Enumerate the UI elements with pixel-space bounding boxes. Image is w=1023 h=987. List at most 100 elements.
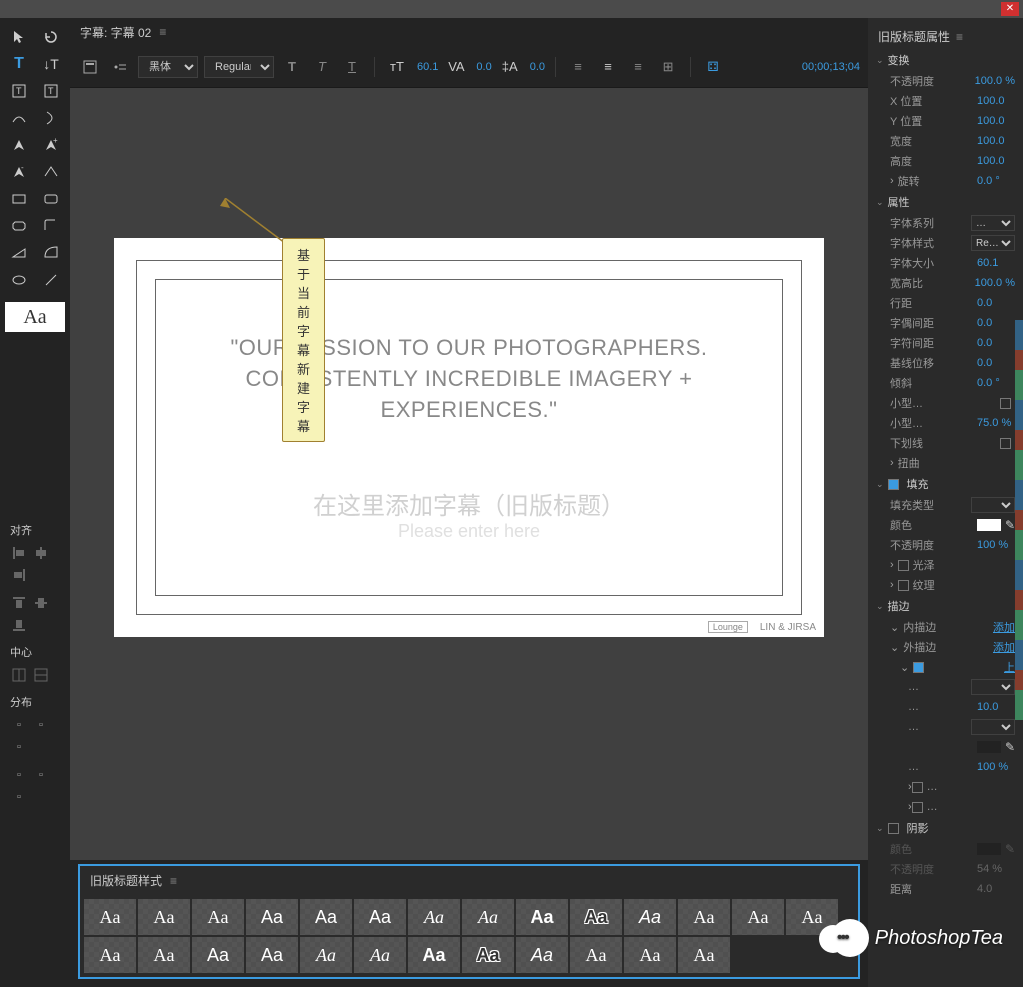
fill-color-swatch[interactable] [977, 519, 1001, 531]
outer-stroke-checkbox[interactable] [913, 662, 924, 673]
placeholder-en[interactable]: Please enter here [398, 521, 540, 542]
dist-v1[interactable]: ▫ [10, 766, 28, 784]
styles-menu-icon[interactable]: ≡ [170, 874, 177, 888]
align-left[interactable] [10, 544, 28, 562]
text-sample-swatch[interactable]: Aa [5, 302, 65, 332]
style-swatch[interactable]: Aa [138, 937, 190, 973]
stroke-color-swatch[interactable] [977, 741, 1001, 753]
line-tool[interactable] [37, 269, 65, 291]
ypos-value[interactable]: 100.0 [977, 115, 1015, 127]
wedge-tool[interactable] [5, 242, 33, 264]
style-swatch[interactable]: Aa [408, 899, 460, 935]
style-swatch[interactable]: Aa [192, 937, 244, 973]
style-swatch[interactable]: Aa [408, 937, 460, 973]
align-top[interactable] [10, 594, 28, 612]
center-h[interactable] [10, 666, 28, 684]
fillop-value[interactable]: 100 % [977, 539, 1015, 551]
align-hcenter[interactable] [32, 544, 50, 562]
stroke-fill-dropdown[interactable] [971, 719, 1015, 735]
delete-anchor-tool[interactable]: - [5, 161, 33, 183]
title-canvas[interactable]: "OUR MISSION TO OUR PHOTOGRAPHERS. CONSI… [114, 238, 824, 637]
style-swatch[interactable]: Aa [300, 937, 352, 973]
kerning-icon[interactable]: VA [444, 56, 468, 78]
style-swatch[interactable]: Aa [354, 899, 406, 935]
style-swatch[interactable]: Aa [678, 899, 730, 935]
align-center-button[interactable]: ≡ [596, 56, 620, 78]
style-swatch[interactable]: Aa [354, 937, 406, 973]
area-type-tool[interactable]: T [5, 80, 33, 102]
rounded-rect-tool[interactable] [37, 188, 65, 210]
smallcaps-checkbox[interactable] [1000, 398, 1011, 409]
type-tool[interactable]: T [5, 53, 33, 75]
lineheight-value[interactable]: 0.0 [977, 297, 1015, 309]
style-swatch[interactable]: Aa [192, 899, 244, 935]
shadow-color-swatch[interactable] [977, 843, 1001, 855]
tab-stops-button[interactable]: ⊞ [656, 56, 680, 78]
underline-button[interactable]: T [340, 56, 364, 78]
style-swatch[interactable]: Aa [84, 937, 136, 973]
vertical-path-tool[interactable] [37, 107, 65, 129]
bold-button[interactable]: T [280, 56, 304, 78]
rectangle-tool[interactable] [5, 188, 33, 210]
font-style-select[interactable]: Regular [204, 56, 274, 78]
height-value[interactable]: 100.0 [977, 155, 1015, 167]
smallcaps-value[interactable]: 75.0 % [977, 417, 1015, 429]
distance-value[interactable]: 4.0 [977, 883, 1015, 895]
shadowop-value[interactable]: 54 % [977, 863, 1015, 875]
stroke-up[interactable]: 上 [1004, 659, 1015, 675]
font-family-select[interactable]: 黑体 [138, 56, 198, 78]
style-swatch[interactable]: Aa [84, 899, 136, 935]
attrs-section[interactable]: ⌄属性 [872, 191, 1019, 213]
style-swatch[interactable]: Aa [246, 937, 298, 973]
eyedropper-icon[interactable]: ✎ [1005, 740, 1015, 754]
vertical-area-type-tool[interactable]: T [37, 80, 65, 102]
style-swatch[interactable]: Aa [570, 899, 622, 935]
font-size-value[interactable]: 60.1 [417, 61, 438, 73]
slant-value[interactable]: 0.0 ° [977, 377, 1015, 389]
kerning-value[interactable]: 0.0 [476, 61, 491, 73]
tracking-value[interactable]: 0.0 [977, 337, 1015, 349]
style-swatch[interactable]: Aa [624, 899, 676, 935]
add-anchor-tool[interactable]: + [37, 134, 65, 156]
style-swatch[interactable]: Aa [138, 899, 190, 935]
rotate-tool[interactable] [37, 26, 65, 48]
shadow-section[interactable]: ⌄阴影 [872, 817, 1019, 839]
fill-section[interactable]: ⌄填充 [872, 473, 1019, 495]
style-swatch[interactable]: Aa [516, 937, 568, 973]
align-bottom[interactable] [10, 616, 28, 634]
stroke-section[interactable]: ⌄描边 [872, 595, 1019, 617]
style-swatch[interactable]: Aa [462, 937, 514, 973]
pen-tool[interactable] [5, 134, 33, 156]
vertical-type-tool[interactable]: ↓T [37, 53, 65, 75]
dist-h1[interactable]: ▫ [10, 716, 28, 734]
roll-crawl-button[interactable] [108, 56, 132, 78]
add-inner-stroke[interactable]: 添加 [993, 619, 1015, 635]
dist-h3[interactable]: ▫ [10, 738, 28, 756]
style-swatch[interactable]: Aa [678, 937, 730, 973]
rotate-value[interactable]: 0.0 ° [977, 175, 1015, 187]
show-video-button[interactable]: ⚃ [701, 56, 725, 78]
stroke-type-dropdown[interactable] [971, 679, 1015, 695]
convert-anchor-tool[interactable] [37, 161, 65, 183]
eyedropper-icon[interactable]: ✎ [1005, 518, 1015, 532]
selection-tool[interactable] [5, 26, 33, 48]
texture-checkbox[interactable] [898, 580, 909, 591]
dist-h2[interactable]: ▫ [32, 716, 50, 734]
style-swatch[interactable]: Aa [300, 899, 352, 935]
opacity-value[interactable]: 100.0 % [975, 75, 1015, 87]
align-left-button[interactable]: ≡ [566, 56, 590, 78]
style-swatch[interactable]: Aa [786, 899, 838, 935]
stroke-size-value[interactable]: 10.0 [977, 701, 1015, 713]
align-vcenter[interactable] [32, 594, 50, 612]
new-title-button[interactable] [78, 56, 102, 78]
shadow-checkbox[interactable] [888, 823, 899, 834]
leading-icon[interactable]: ‡A [498, 56, 522, 78]
clipped-rect-tool[interactable] [5, 215, 33, 237]
stroke-op-value[interactable]: 100 % [977, 761, 1015, 773]
style-swatch[interactable]: Aa [462, 899, 514, 935]
aspect-value[interactable]: 100.0 % [975, 277, 1015, 289]
dist-v3[interactable]: ▫ [10, 788, 28, 806]
style-swatch[interactable]: Aa [516, 899, 568, 935]
placeholder-cn[interactable]: 在这里添加字幕（旧版标题） [313, 486, 625, 521]
font-style-dropdown[interactable]: Re… [971, 235, 1015, 251]
